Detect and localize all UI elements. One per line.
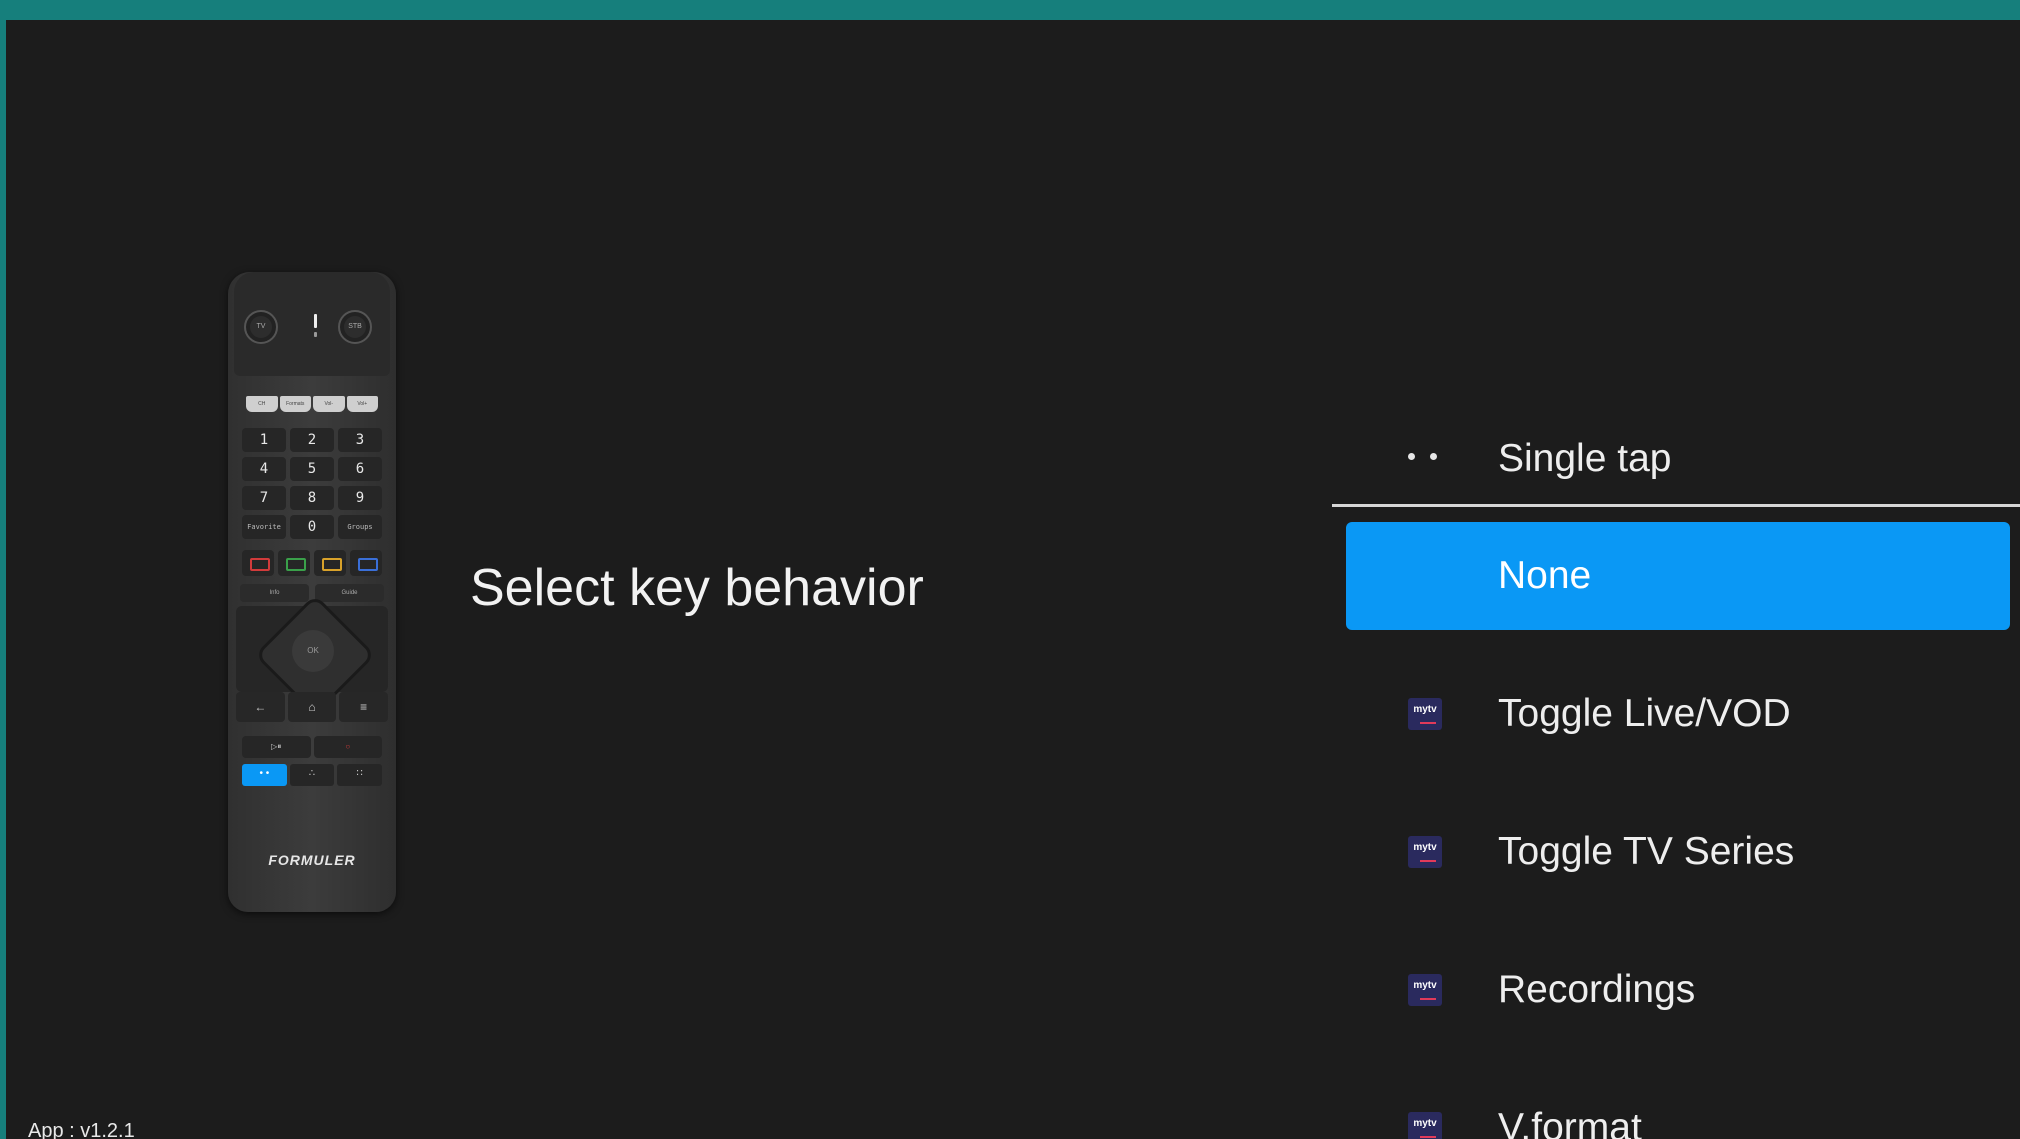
- option-label: V.format: [1498, 1106, 1642, 1139]
- divider: [1332, 504, 2020, 507]
- function-keys: CH Formats Vol- Vol+: [246, 396, 378, 412]
- double-tap-key: ∴: [289, 764, 335, 786]
- num-key-6: 6: [338, 457, 382, 481]
- fn-key: Formats: [279, 396, 311, 412]
- num-key-9: 9: [338, 486, 382, 510]
- app-version: App : v1.2.1: [28, 1120, 135, 1139]
- groups-key: Groups: [338, 515, 382, 539]
- brand-logo: FORMULER: [268, 852, 356, 868]
- option-recordings[interactable]: mytv Recordings: [1346, 936, 2020, 1044]
- mytv-icon: mytv: [1408, 698, 1442, 730]
- option-v-format[interactable]: mytv V.format: [1346, 1074, 2020, 1139]
- option-label: Toggle Live/VOD: [1498, 692, 1791, 735]
- yellow-key: [314, 550, 346, 576]
- fn-key: Vol+: [346, 396, 378, 412]
- shortcut-keys: • • ∴ ∷: [242, 764, 383, 786]
- single-tap-icon: [1408, 453, 1448, 463]
- option-toggle-tv-series[interactable]: mytv Toggle TV Series: [1346, 798, 2020, 906]
- remote-head: TV STB: [234, 272, 390, 376]
- led-indicator: [314, 314, 317, 328]
- option-label: None: [1498, 554, 1592, 597]
- favorite-key: Favorite: [242, 515, 286, 539]
- menu-header-label: Single tap: [1498, 437, 1672, 480]
- back-home-menu-keys: ← ⌂ ≡: [236, 692, 389, 722]
- info-key: Info: [240, 584, 309, 602]
- option-toggle-live-vod[interactable]: mytv Toggle Live/VOD: [1346, 660, 2020, 768]
- dpad-area: OK: [236, 594, 388, 716]
- stb-button: STB: [338, 310, 372, 344]
- guide-key: Guide: [315, 584, 384, 602]
- num-key-0: 0: [290, 515, 334, 539]
- menu-icon: ≡: [339, 692, 389, 722]
- record-icon: ○: [313, 736, 382, 758]
- num-key-2: 2: [290, 428, 334, 452]
- led-indicator-small: [314, 332, 317, 337]
- num-key-1: 1: [242, 428, 286, 452]
- num-key-3: 3: [338, 428, 382, 452]
- tv-button: TV: [244, 310, 278, 344]
- mytv-icon: mytv: [1408, 974, 1442, 1006]
- option-label: Toggle TV Series: [1498, 830, 1795, 873]
- num-key-4: 4: [242, 457, 286, 481]
- play-pause-icon: ▷⏸: [242, 736, 311, 758]
- red-key: [242, 550, 274, 576]
- mytv-icon: mytv: [1408, 1112, 1442, 1139]
- single-tap-key: • •: [242, 764, 287, 786]
- num-key-8: 8: [290, 486, 334, 510]
- ok-key: OK: [292, 630, 334, 672]
- blue-key: [350, 550, 382, 576]
- fn-key: CH: [246, 396, 278, 412]
- home-icon: ⌂: [287, 692, 337, 722]
- num-key-7: 7: [242, 486, 286, 510]
- numpad: 1 2 3 4 5 6 7 8 9 Favorite 0 Groups: [242, 428, 382, 539]
- media-keys: ▷⏸ ○: [242, 736, 382, 758]
- color-keys: [242, 550, 382, 576]
- remote-illustration: TV STB CH Formats Vol- Vol+ 1 2 3 4 5 6 …: [228, 272, 396, 912]
- back-icon: ←: [236, 692, 285, 722]
- menu-header: Single tap: [1346, 404, 2020, 514]
- option-label: Recordings: [1498, 968, 1696, 1011]
- screen: TV STB CH Formats Vol- Vol+ 1 2 3 4 5 6 …: [6, 20, 2020, 1139]
- mytv-icon: mytv: [1408, 836, 1442, 868]
- option-none[interactable]: None: [1346, 522, 2010, 630]
- green-key: [278, 550, 310, 576]
- long-press-key: ∷: [337, 764, 383, 786]
- page-title: Select key behavior: [470, 559, 924, 617]
- num-key-5: 5: [290, 457, 334, 481]
- fn-key: Vol-: [313, 396, 345, 412]
